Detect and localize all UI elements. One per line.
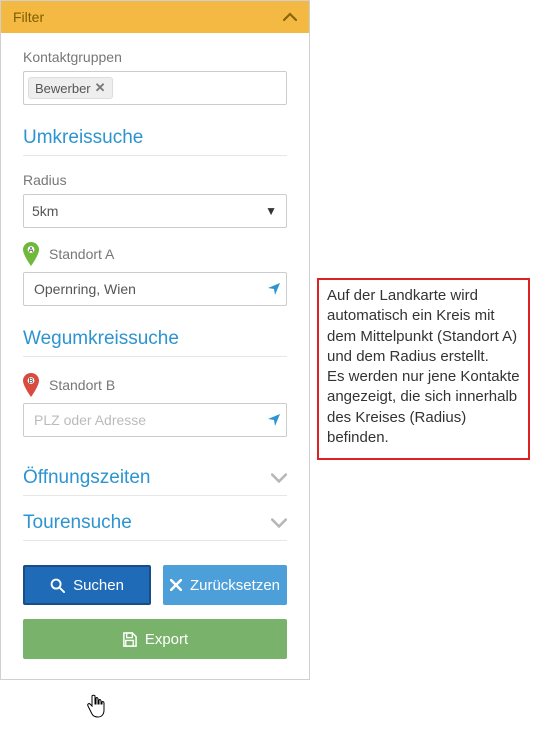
standort-b-row: B Standort B bbox=[23, 373, 287, 397]
radius-label: Radius bbox=[23, 172, 287, 188]
collapse-icon[interactable] bbox=[283, 11, 297, 23]
tag-label: Bewerber bbox=[35, 81, 91, 96]
contact-groups-input[interactable]: Bewerber ✕ bbox=[23, 71, 287, 105]
divider bbox=[23, 495, 287, 496]
info-callout: Auf der Landkarte wird automatisch ein K… bbox=[317, 278, 530, 460]
cursor-pointer-icon bbox=[86, 694, 106, 718]
info-line-2: Es werden nur jene Kontakte angezeigt, d… bbox=[327, 367, 520, 448]
reset-button-label: Zurücksetzen bbox=[190, 577, 280, 594]
button-row: Suchen Zurücksetzen bbox=[23, 565, 287, 605]
radius-select-wrap: 5km ▼ bbox=[23, 194, 287, 228]
svg-text:B: B bbox=[29, 378, 34, 385]
close-icon bbox=[170, 579, 182, 591]
info-line-1: Auf der Landkarte wird automatisch ein K… bbox=[327, 286, 520, 367]
locate-icon[interactable] bbox=[267, 413, 281, 427]
section-umkreissuche-title: Umkreissuche bbox=[23, 127, 287, 149]
tag-remove-icon[interactable]: ✕ bbox=[95, 80, 106, 96]
save-icon bbox=[122, 632, 137, 647]
radius-select[interactable]: 5km bbox=[23, 194, 287, 228]
filter-header[interactable]: Filter bbox=[1, 1, 309, 33]
standort-b-label: Standort B bbox=[49, 377, 115, 393]
contact-group-tag: Bewerber ✕ bbox=[28, 77, 113, 99]
filter-header-title: Filter bbox=[13, 9, 44, 25]
locate-icon[interactable] bbox=[267, 282, 281, 296]
filter-sidebar: Filter Kontaktgruppen Bewerber ✕ Umkreis… bbox=[0, 0, 310, 680]
export-button[interactable]: Export bbox=[23, 619, 287, 659]
chevron-down-icon bbox=[271, 472, 287, 484]
export-button-label: Export bbox=[145, 631, 188, 648]
tourensuche-title: Tourensuche bbox=[23, 512, 132, 534]
oeffnungszeiten-title: Öffnungszeiten bbox=[23, 467, 150, 489]
reset-button[interactable]: Zurücksetzen bbox=[163, 565, 287, 605]
svg-text:A: A bbox=[29, 247, 34, 254]
standort-b-input[interactable] bbox=[23, 403, 287, 437]
standort-a-input-wrap bbox=[23, 272, 287, 306]
standort-b-input-wrap bbox=[23, 403, 287, 437]
divider bbox=[23, 540, 287, 541]
standort-a-row: A Standort A bbox=[23, 242, 287, 266]
section-wegumkreissuche-title: Wegumkreissuche bbox=[23, 328, 287, 350]
marker-b-icon: B bbox=[23, 373, 39, 397]
search-button-label: Suchen bbox=[73, 577, 124, 594]
divider bbox=[23, 155, 287, 156]
chevron-down-icon bbox=[271, 517, 287, 529]
marker-a-icon: A bbox=[23, 242, 39, 266]
standort-a-label: Standort A bbox=[49, 246, 114, 262]
filter-body: Kontaktgruppen Bewerber ✕ Umkreissuche R… bbox=[1, 33, 309, 679]
search-button[interactable]: Suchen bbox=[23, 565, 151, 605]
section-oeffnungszeiten[interactable]: Öffnungszeiten bbox=[23, 467, 287, 489]
standort-a-input[interactable] bbox=[23, 272, 287, 306]
divider bbox=[23, 356, 287, 357]
section-tourensuche[interactable]: Tourensuche bbox=[23, 512, 287, 534]
search-icon bbox=[50, 578, 65, 593]
contact-groups-label: Kontaktgruppen bbox=[23, 49, 287, 65]
